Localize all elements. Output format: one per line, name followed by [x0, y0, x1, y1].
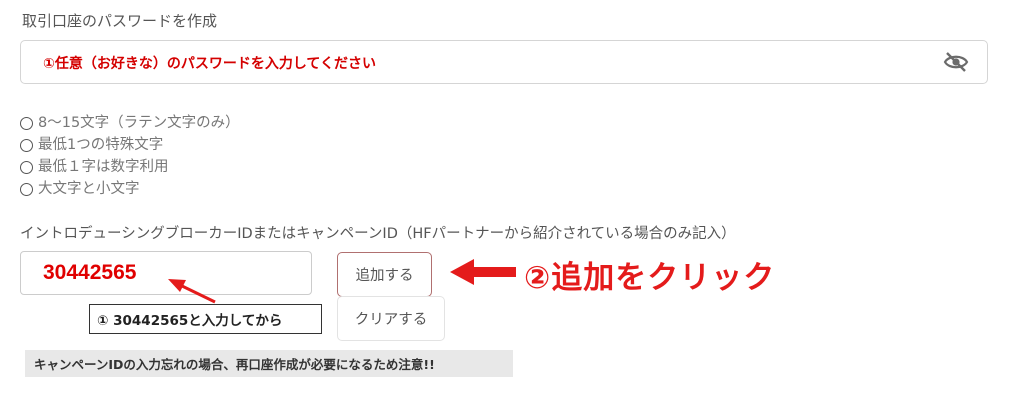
requirement-item: 最低1つの特殊文字 [20, 134, 240, 156]
annotation-input-note: ① 30442565と入力してから [89, 304, 322, 334]
add-button[interactable]: 追加する [337, 252, 432, 297]
password-field[interactable]: ①任意（お好きな）のパスワードを入力してください [20, 40, 988, 84]
section-title: 取引口座のパスワードを作成 [22, 12, 218, 30]
requirement-item: 8〜15文字（ラテン文字のみ） [20, 112, 240, 134]
requirement-item: 最低１字は数字利用 [20, 156, 240, 178]
ib-id-input[interactable]: 30442565 [20, 251, 312, 295]
password-requirements: 8〜15文字（ラテン文字のみ） 最低1つの特殊文字 最低１字は数字利用 大文字と… [20, 112, 240, 200]
circle-icon [20, 116, 33, 130]
circle-icon [20, 182, 33, 196]
campaign-id-warning: キャンペーンIDの入力忘れの場合、再口座作成が必要になるため注意!! [25, 350, 513, 377]
circle-icon [20, 160, 33, 174]
circle-icon [20, 138, 33, 152]
eye-off-icon[interactable] [943, 51, 969, 73]
arrow-to-add-button-icon [450, 259, 516, 285]
ib-id-label: イントロデューシングブローカーIDまたはキャンペーンID（HFパートナーから紹介… [20, 226, 736, 242]
requirement-item: 大文字と小文字 [20, 178, 240, 200]
password-value: ①任意（お好きな）のパスワードを入力してください [43, 56, 377, 72]
annotation-click-add: ②追加をクリック [524, 260, 776, 296]
clear-button[interactable]: クリアする [337, 296, 445, 341]
